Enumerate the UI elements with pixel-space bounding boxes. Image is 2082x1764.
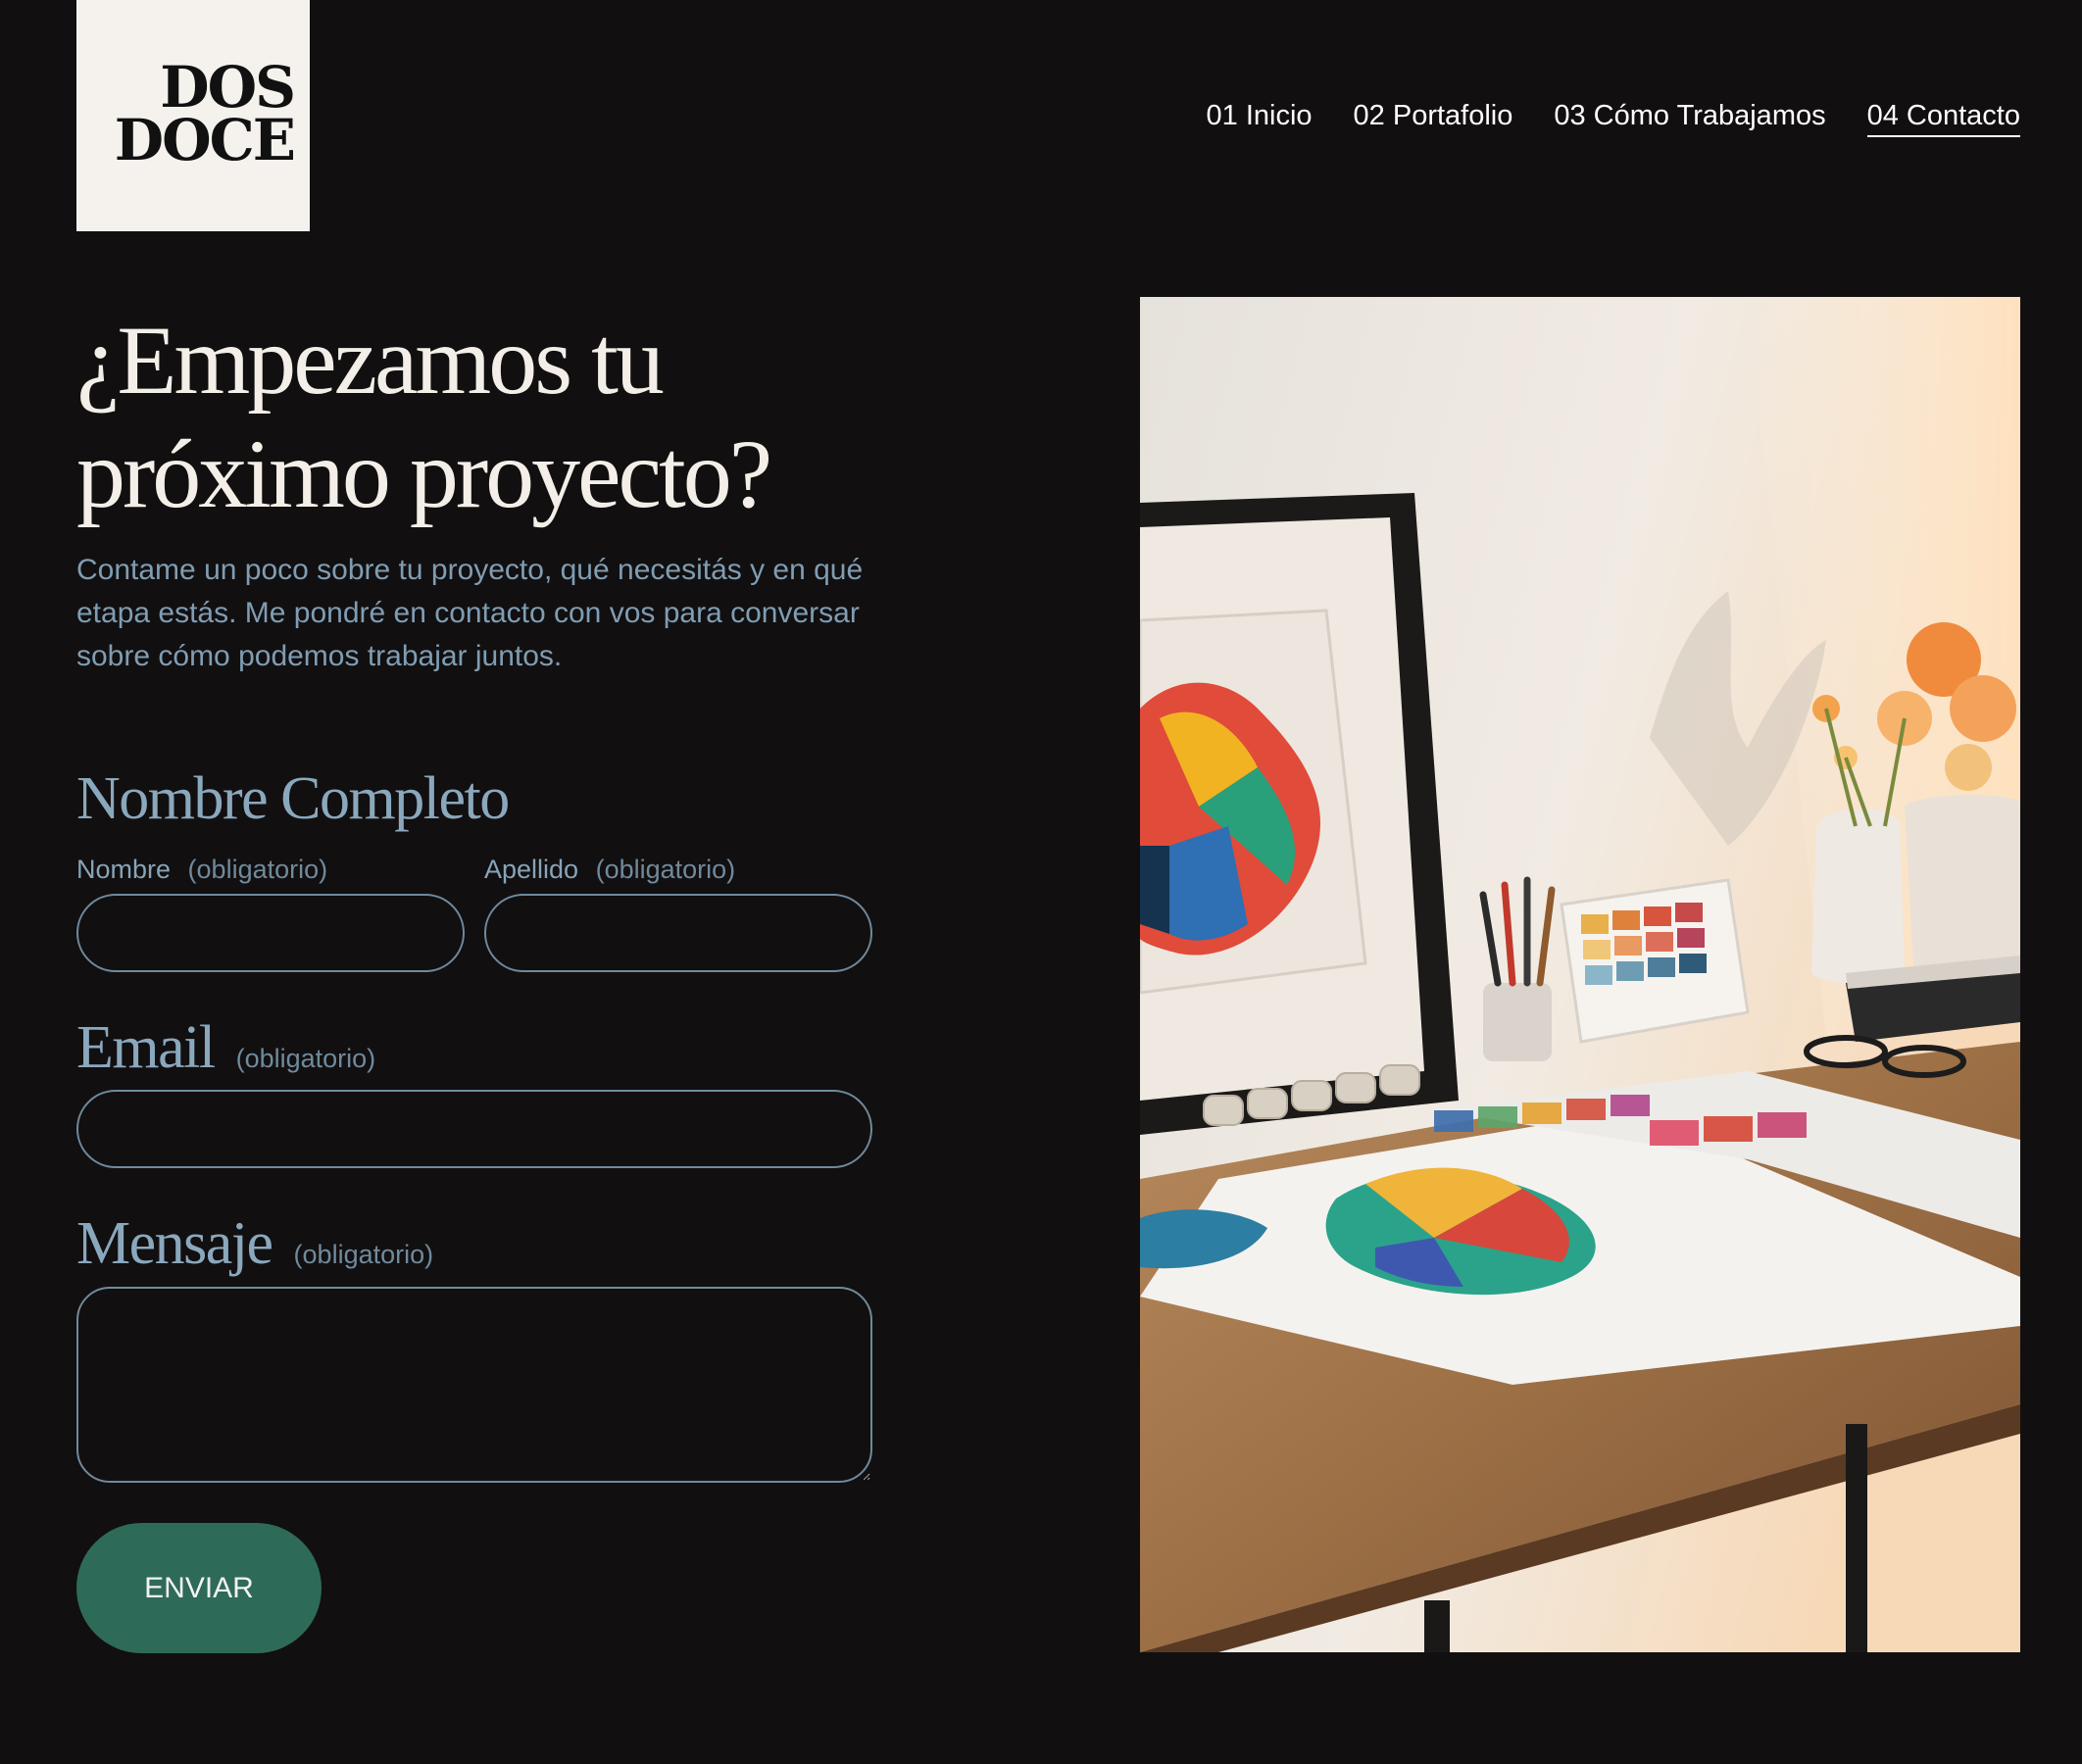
nav-contacto[interactable]: 04 Contacto [1866,96,2020,137]
nav-portafolio[interactable]: 02 Portafolio [1354,96,1513,137]
email-section-title: Email [76,1014,216,1081]
desk-illustration [1140,297,2020,1652]
email-required: (obligatorio) [235,1044,376,1073]
message-label: Mensaje (obligatorio) [76,1207,433,1280]
last-name-label-text: Apellido [484,855,579,884]
nav-inicio[interactable]: 01 Inicio [1207,96,1313,137]
page-title: ¿Empezamos tu próximo proyecto? [76,306,772,528]
nav-como-trabajamos[interactable]: 03 Cómo Trabajamos [1554,96,1825,137]
message-field[interactable] [76,1287,872,1483]
email-field[interactable] [76,1090,872,1168]
last-name-required: (obligatorio) [595,855,736,884]
first-name-label-text: Nombre [76,855,172,884]
last-name-field[interactable] [484,894,872,972]
message-section-title: Mensaje [76,1210,273,1277]
logo-line-2: DOCE [114,107,296,173]
first-name-label: Nombre (obligatorio) [76,855,327,885]
first-name-field[interactable] [76,894,465,972]
intro-text: Contame un poco sobre tu proyecto, qué n… [76,554,864,672]
submit-button[interactable]: ENVIAR [76,1523,322,1653]
email-label: Email (obligatorio) [76,1011,375,1084]
last-name-label: Apellido (obligatorio) [484,855,735,885]
first-name-required: (obligatorio) [187,855,328,884]
message-required: (obligatorio) [293,1240,434,1269]
main-nav: 01 Inicio 02 Portafolio 03 Cómo Trabajam… [1207,96,2020,137]
logo[interactable]: DOS DOCE [76,0,310,231]
name-section-title: Nombre Completo [76,765,510,832]
studio-desk-photo [1140,297,2020,1652]
